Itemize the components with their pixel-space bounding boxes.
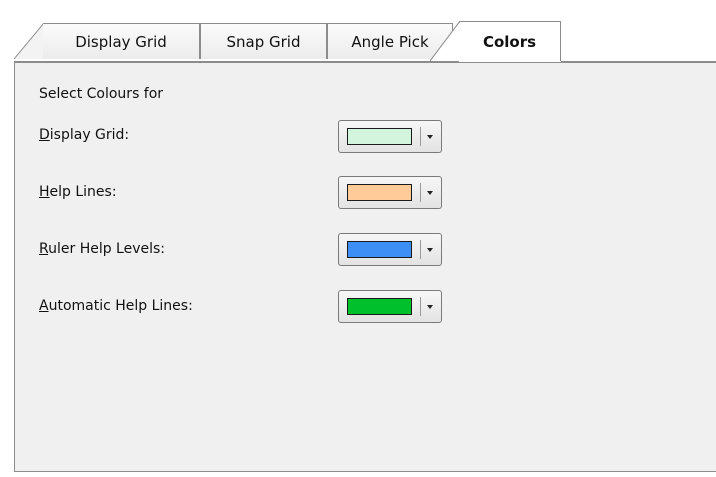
tab-strip: Display Grid Snap Grid Angle Pick Colors: [14, 21, 716, 62]
select-colours-heading: Select Colours for: [39, 86, 164, 102]
ruler-help-levels-label-text: uler Help Levels:: [48, 241, 166, 257]
display-grid-mnemonic: D: [39, 127, 50, 143]
tab-snap-grid[interactable]: Snap Grid: [200, 23, 327, 59]
options-dialog: Display Grid Snap Grid Angle Pick Colors…: [0, 0, 716, 477]
help-lines-label-text: elp Lines:: [49, 184, 117, 200]
ruler-help-levels-color-swatch: [347, 241, 412, 258]
picker-separator: [420, 127, 421, 146]
automatic-help-lines-label-text: utomatic Help Lines:: [48, 298, 193, 314]
tab-display-grid[interactable]: Display Grid: [43, 23, 200, 59]
tab-slant-left: [14, 23, 44, 59]
help-lines-color-picker[interactable]: [338, 176, 442, 209]
colors-page: Select Colours for Display Grid: Help Li…: [14, 62, 716, 472]
automatic-help-lines-label: Automatic Help Lines:: [39, 298, 193, 314]
help-lines-color-swatch: [347, 184, 412, 201]
chevron-down-icon[interactable]: [427, 135, 433, 139]
tab-slant-colors: [430, 21, 460, 61]
display-grid-label: Display Grid:: [39, 127, 129, 143]
picker-separator: [420, 297, 421, 316]
automatic-help-lines-color-swatch: [347, 298, 412, 315]
ruler-help-levels-mnemonic: R: [39, 241, 49, 257]
help-lines-label: Help Lines:: [39, 184, 117, 200]
ruler-help-levels-color-picker[interactable]: [338, 233, 442, 266]
automatic-help-lines-mnemonic: A: [39, 298, 49, 314]
help-lines-mnemonic: H: [39, 184, 50, 200]
automatic-help-lines-color-picker[interactable]: [338, 290, 442, 323]
display-grid-label-text: isplay Grid:: [49, 127, 130, 143]
ruler-help-levels-label: Ruler Help Levels:: [39, 241, 165, 257]
chevron-down-icon[interactable]: [427, 248, 433, 252]
picker-separator: [420, 183, 421, 202]
picker-separator: [420, 240, 421, 259]
chevron-down-icon[interactable]: [427, 305, 433, 309]
display-grid-color-picker[interactable]: [338, 120, 442, 153]
display-grid-color-swatch: [347, 128, 412, 145]
chevron-down-icon[interactable]: [427, 191, 433, 195]
tab-colors[interactable]: Colors: [459, 21, 561, 61]
